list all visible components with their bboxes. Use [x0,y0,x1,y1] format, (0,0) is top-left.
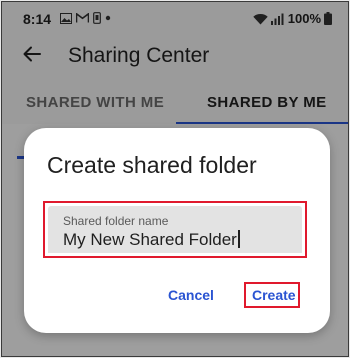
folder-name-input[interactable]: My New Shared Folder [63,230,240,250]
field-highlight: Shared folder name My New Shared Folder [43,201,307,258]
cancel-button[interactable]: Cancel [168,287,214,303]
folder-name-field[interactable]: Shared folder name My New Shared Folder [48,206,302,253]
create-folder-dialog: Create shared folder Shared folder name … [24,128,330,333]
folder-name-label: Shared folder name [63,214,169,228]
screen: 8:14 100% Sharing Center SHARED WITH ME … [1,1,349,357]
create-button[interactable]: Create [252,287,296,303]
dialog-title: Create shared folder [47,152,257,178]
text-caret [237,230,240,248]
folder-name-value: My New Shared Folder [63,230,237,249]
